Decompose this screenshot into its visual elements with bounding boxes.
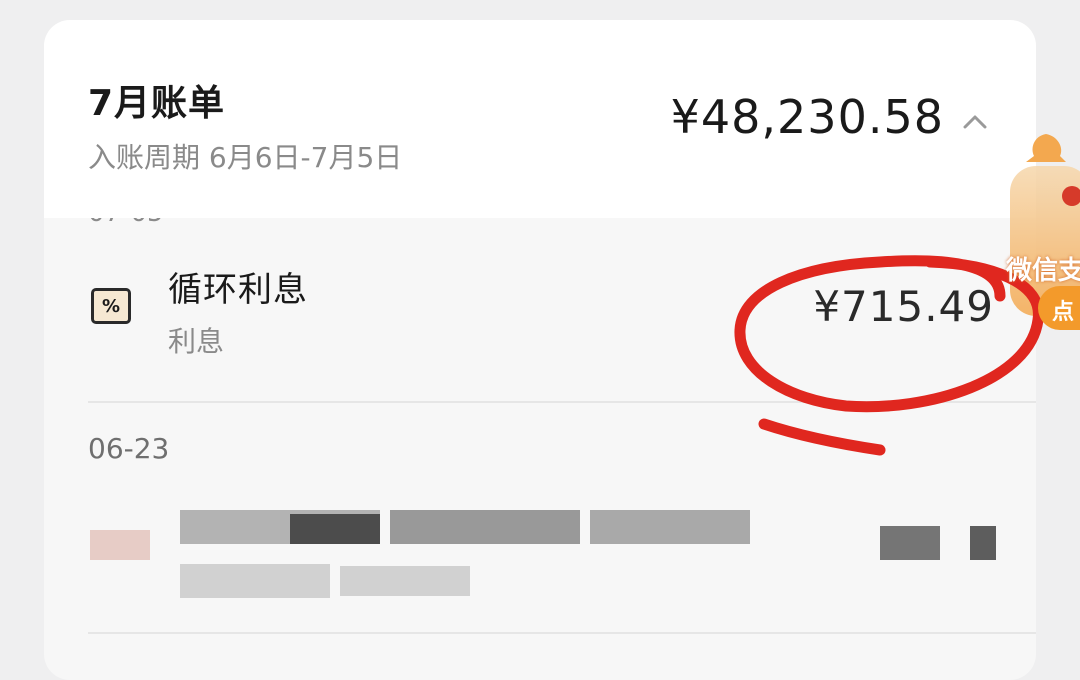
transaction-amount: ¥715.49 <box>813 282 994 331</box>
obscured-text <box>590 510 750 544</box>
chevron-up-icon[interactable] <box>960 108 990 138</box>
divider <box>88 401 1036 403</box>
obscured-amount <box>970 526 996 560</box>
transaction-category: 利息 <box>168 325 225 358</box>
divider <box>88 632 1036 634</box>
obscured-text <box>290 514 380 544</box>
obscured-text <box>340 566 470 596</box>
bill-title: 7月账单 <box>88 83 226 124</box>
bill-header[interactable]: 7月账单 入账周期 6月6日-7月5日 ¥48,230.58 <box>44 20 1036 218</box>
transaction-title: 循环利息 <box>168 270 308 310</box>
obscured-text <box>180 564 330 598</box>
obscured-icon <box>90 530 150 560</box>
billing-period: 入账周期 6月6日-7月5日 <box>88 141 403 174</box>
promo-label: 微信支 <box>1006 256 1080 286</box>
bill-total-amount: ¥48,230.58 <box>670 90 944 144</box>
obscured-amount <box>880 526 940 560</box>
obscured-text <box>390 510 580 544</box>
percent-icon: % <box>91 288 131 324</box>
transaction-date: 06-23 <box>88 432 170 465</box>
promo-button-label: 点 <box>1052 300 1075 325</box>
bill-card: 7月账单 入账周期 6月6日-7月5日 ¥48,230.58 07-05 % 循… <box>44 20 1036 680</box>
